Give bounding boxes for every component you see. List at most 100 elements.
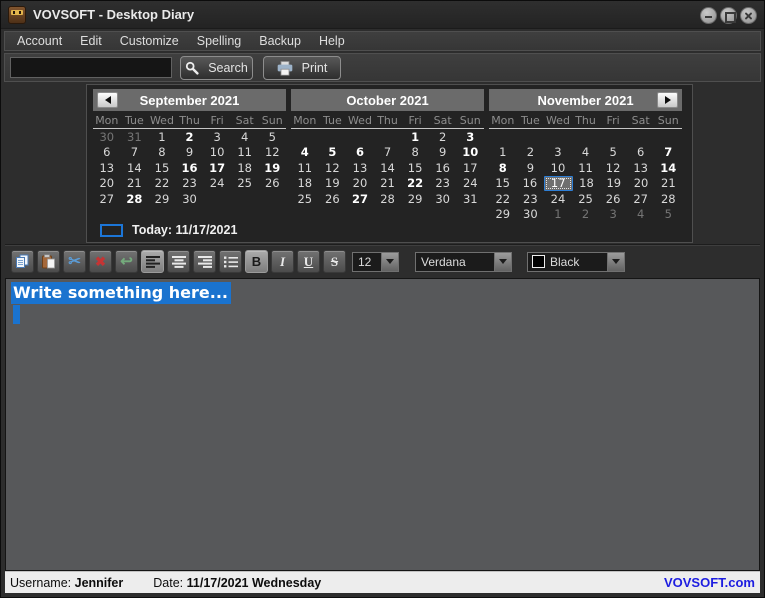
align-right-button[interactable]	[193, 250, 216, 273]
calendar-day[interactable]: 1	[489, 145, 517, 160]
menu-item-customize[interactable]: Customize	[111, 32, 188, 50]
paste-button[interactable]	[37, 250, 60, 273]
calendar-day[interactable]: 26	[599, 192, 627, 207]
calendar-day[interactable]: 16	[176, 161, 204, 176]
align-left-button[interactable]	[141, 250, 164, 273]
chevron-down-icon[interactable]	[381, 253, 398, 271]
calendar-day[interactable]: 2	[517, 145, 545, 160]
calendar-day[interactable]: 4	[627, 207, 655, 222]
calendar-day[interactable]: 20	[627, 176, 654, 191]
cut-button[interactable]: ✂	[63, 250, 86, 273]
calendar-day[interactable]: 15	[148, 161, 176, 176]
calendar-day[interactable]: 9	[429, 145, 457, 160]
calendar-day[interactable]: 3	[203, 130, 231, 145]
calendar-day[interactable]: 6	[627, 145, 655, 160]
calendar-day[interactable]: 28	[121, 192, 149, 207]
calendar-day[interactable]: 19	[258, 161, 286, 176]
calendar-day[interactable]: 18	[231, 161, 259, 176]
undo-button[interactable]: ↩	[115, 250, 138, 273]
maximize-button[interactable]	[720, 7, 737, 24]
font-family-select[interactable]: Verdana	[415, 252, 512, 272]
calendar-day[interactable]: 29	[148, 192, 176, 207]
calendar-day[interactable]: 29	[401, 192, 429, 207]
calendar-day[interactable]: 25	[231, 176, 259, 191]
calendar-day[interactable]: 12	[599, 161, 627, 176]
calendar-day[interactable]: 30	[176, 192, 204, 207]
calendar-day[interactable]: 19	[319, 176, 347, 191]
menu-item-help[interactable]: Help	[310, 32, 354, 50]
vovsoft-link[interactable]: VOVSOFT.com	[664, 575, 755, 590]
align-center-button[interactable]	[167, 250, 190, 273]
menu-item-spelling[interactable]: Spelling	[188, 32, 250, 50]
close-button[interactable]	[740, 7, 757, 24]
calendar-day[interactable]: 22	[401, 176, 429, 191]
calendar-day[interactable]: 21	[374, 176, 402, 191]
strikethrough-button[interactable]: S	[323, 250, 346, 273]
calendar-day[interactable]: 3	[599, 207, 627, 222]
calendar-day[interactable]: 5	[258, 130, 286, 145]
calendar-day[interactable]: 8	[489, 161, 517, 176]
calendar-day[interactable]: 31	[456, 192, 484, 207]
calendar-day[interactable]: 7	[121, 145, 149, 160]
prev-month-button[interactable]	[97, 92, 118, 108]
calendar-day[interactable]: 6	[346, 145, 374, 160]
calendar-day[interactable]: 11	[291, 161, 319, 176]
print-button[interactable]: Print	[263, 56, 341, 80]
calendar-day[interactable]: 23	[429, 176, 457, 191]
calendar-day[interactable]: 23	[517, 192, 545, 207]
calendar-day[interactable]: 28	[374, 192, 402, 207]
search-input[interactable]	[10, 57, 172, 78]
calendar-day[interactable]: 1	[148, 130, 176, 145]
calendar-day[interactable]: 13	[346, 161, 374, 176]
calendar-day[interactable]: 31	[121, 130, 149, 145]
calendar-day[interactable]: 27	[627, 192, 655, 207]
underline-button[interactable]: U	[297, 250, 320, 273]
copy-button[interactable]	[11, 250, 34, 273]
calendar-day[interactable]: 3	[544, 145, 572, 160]
calendar-day[interactable]: 21	[121, 176, 149, 191]
chevron-down-icon[interactable]	[494, 253, 511, 271]
diary-text-editor[interactable]: Write something here...	[5, 278, 760, 571]
chevron-down-icon[interactable]	[607, 253, 624, 271]
calendar-day[interactable]: 15	[401, 161, 429, 176]
calendar-day[interactable]: 25	[291, 192, 319, 207]
calendar-day[interactable]: 29	[489, 207, 517, 222]
delete-button[interactable]: ✖	[89, 250, 112, 273]
calendar-day[interactable]: 9	[176, 145, 204, 160]
bold-button[interactable]: B	[245, 250, 268, 273]
calendar-day[interactable]: 21	[655, 176, 682, 191]
calendar-day[interactable]: 28	[654, 192, 682, 207]
calendar-day[interactable]: 25	[572, 192, 600, 207]
calendar-day[interactable]: 27	[93, 192, 121, 207]
calendar-day[interactable]: 30	[429, 192, 457, 207]
calendar-day[interactable]: 11	[572, 161, 600, 176]
calendar-day[interactable]: 26	[319, 192, 347, 207]
calendar-day[interactable]: 20	[346, 176, 374, 191]
search-button[interactable]: Search	[180, 56, 253, 80]
minimize-button[interactable]	[700, 7, 717, 24]
calendar-day[interactable]: 17	[456, 161, 484, 176]
calendar-day[interactable]: 23	[176, 176, 204, 191]
calendar-day[interactable]: 2	[572, 207, 600, 222]
calendar-day[interactable]: 3	[456, 130, 484, 145]
calendar-day[interactable]: 24	[203, 176, 231, 191]
calendar-day[interactable]: 5	[599, 145, 627, 160]
calendar-day[interactable]: 12	[319, 161, 347, 176]
calendar-day[interactable]: 16	[429, 161, 457, 176]
calendar-day[interactable]: 18	[573, 176, 600, 191]
calendar-day[interactable]: 8	[148, 145, 176, 160]
calendar-day[interactable]: 8	[401, 145, 429, 160]
calendar-day[interactable]: 14	[374, 161, 402, 176]
calendar-day[interactable]: 4	[231, 130, 259, 145]
today-indicator[interactable]: Today: 11/17/2021	[100, 223, 237, 237]
calendar-day[interactable]: 22	[489, 192, 517, 207]
menu-item-account[interactable]: Account	[8, 32, 71, 50]
calendar-day[interactable]: 14	[121, 161, 149, 176]
calendar-day[interactable]: 13	[627, 161, 655, 176]
calendar-day[interactable]: 10	[203, 145, 231, 160]
calendar-day[interactable]: 17	[203, 161, 231, 176]
calendar-day-selected[interactable]: 17	[544, 176, 573, 191]
font-size-select[interactable]: 12	[352, 252, 399, 272]
calendar-day[interactable]: 10	[456, 145, 484, 160]
calendar-day[interactable]: 1	[401, 130, 429, 145]
